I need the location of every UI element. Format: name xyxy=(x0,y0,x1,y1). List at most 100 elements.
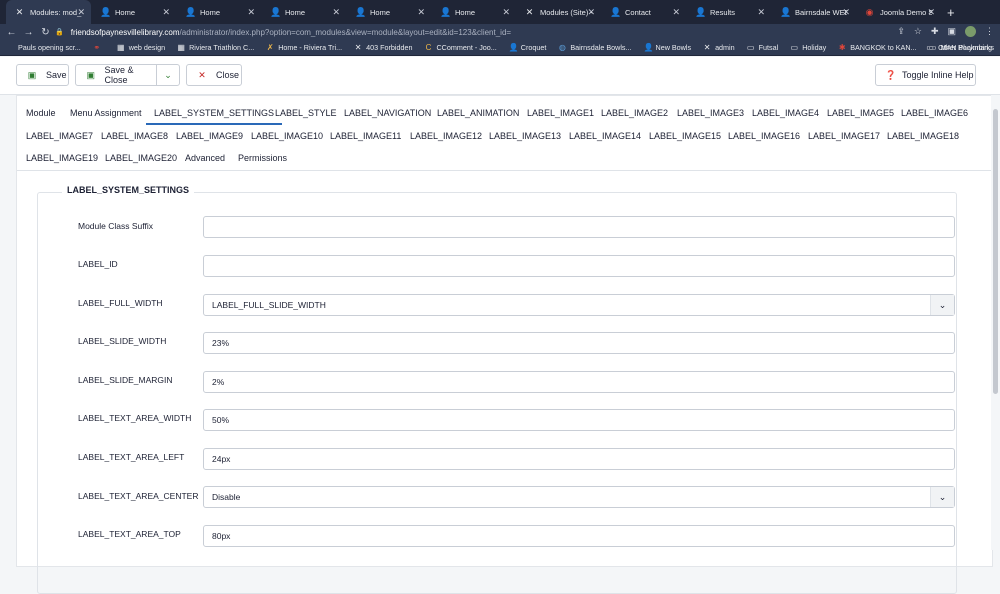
bookmark-item[interactable]: ✗ Home - Riviera Tri... xyxy=(266,43,342,52)
tab-advanced[interactable]: Advanced xyxy=(185,148,225,168)
slide-width-input[interactable]: 23% xyxy=(203,332,955,354)
tab-label-image9[interactable]: LABEL_IMAGE9 xyxy=(176,126,243,146)
tab-label-image6[interactable]: LABEL_IMAGE6 xyxy=(901,103,968,123)
browser-tab[interactable]: 👤 Home ✕ xyxy=(346,0,431,24)
menu-kebab-icon[interactable]: ⋮ xyxy=(985,26,994,37)
tab-label-image18[interactable]: LABEL_IMAGE18 xyxy=(887,126,959,146)
browser-tab[interactable]: 👤 Home ✕ xyxy=(431,0,516,24)
tab-permissions[interactable]: Permissions xyxy=(238,148,287,168)
browser-tab[interactable]: ✕ Modules (Site) - ✕ xyxy=(516,0,601,24)
bookmark-item[interactable]: 👤 New Bowls xyxy=(644,43,692,52)
tab-label-image5[interactable]: LABEL_IMAGE5 xyxy=(827,103,894,123)
share-icon[interactable]: ⇪ xyxy=(897,26,905,37)
bookmark-item[interactable]: ✱ BANGKOK to KAN... xyxy=(838,43,917,52)
bookmark-star-icon[interactable]: ☆ xyxy=(914,26,922,37)
tab-label-image3[interactable]: LABEL_IMAGE3 xyxy=(677,103,744,123)
back-arrow-icon[interactable]: ← xyxy=(3,27,20,38)
new-tab-button[interactable]: + xyxy=(947,5,955,20)
save-close-button[interactable]: ▣ Save & Close xyxy=(75,64,157,86)
close-tab-icon[interactable]: ✕ xyxy=(757,7,765,18)
other-bookmarks[interactable]: ▭ Other Bookmarks xyxy=(926,43,994,52)
lock-icon[interactable]: 🔒 xyxy=(55,28,64,36)
tab-label-image17[interactable]: LABEL_IMAGE17 xyxy=(808,126,880,146)
browser-tab[interactable]: 👤 Contact ✕ xyxy=(601,0,686,24)
toggle-inline-help-button[interactable]: ❓ Toggle Inline Help xyxy=(875,64,976,86)
globe-icon: ◍ xyxy=(558,42,566,52)
browser-tab[interactable]: 👤 Bairnsdale WEB ✕ xyxy=(771,0,856,24)
tab-label-image16[interactable]: LABEL_IMAGE16 xyxy=(728,126,800,146)
close-tab-icon[interactable]: ✕ xyxy=(77,7,85,18)
label-id-input[interactable] xyxy=(203,255,955,277)
forward-arrow-icon[interactable]: → xyxy=(20,27,37,38)
profile-avatar[interactable] xyxy=(965,26,976,37)
reload-icon[interactable]: ↻ xyxy=(37,27,54,38)
tab-label-image2[interactable]: LABEL_IMAGE2 xyxy=(601,103,668,123)
tab-label-image10[interactable]: LABEL_IMAGE10 xyxy=(251,126,323,146)
scrollbar-thumb[interactable] xyxy=(993,109,998,394)
bookmark-item[interactable]: ✕ 403 Forbidden xyxy=(354,43,413,52)
person-favicon-icon: 👤 xyxy=(610,6,622,17)
page-scrollbar[interactable] xyxy=(991,95,1000,550)
save-icon: ▣ xyxy=(27,69,37,80)
person-favicon-icon: 👤 xyxy=(440,6,452,17)
tab-label-image19[interactable]: LABEL_IMAGE19 xyxy=(26,148,98,168)
browser-tab[interactable]: 👤 Home ✕ xyxy=(261,0,346,24)
text-area-top-input[interactable]: 80px xyxy=(203,525,955,547)
bookmark-item[interactable]: ▭ Futsal xyxy=(747,43,778,52)
close-tab-icon[interactable]: ✕ xyxy=(927,7,935,18)
sidepanel-icon[interactable]: ▣ xyxy=(947,26,956,37)
joomla-red-favicon-icon: ◉ xyxy=(865,6,874,17)
browser-tab[interactable]: ✕ Modules: mod_ ✕ xyxy=(6,0,91,24)
tab-label-image13[interactable]: LABEL_IMAGE13 xyxy=(489,126,561,146)
bookmark-item[interactable]: ▦ Riviera Triathlon C... xyxy=(177,43,254,52)
bookmark-item[interactable]: 👤 Croquet xyxy=(509,43,547,52)
slide-margin-input[interactable]: 2% xyxy=(203,371,955,393)
save-dropdown-toggle[interactable]: ⌄ xyxy=(156,64,180,86)
tab-label-image15[interactable]: LABEL_IMAGE15 xyxy=(649,126,721,146)
tab-module[interactable]: Module xyxy=(26,103,56,123)
close-tab-icon[interactable]: ✕ xyxy=(162,7,170,18)
bookmark-item[interactable]: ⚭ xyxy=(93,43,105,52)
tab-label-animation[interactable]: LABEL_ANIMATION xyxy=(437,103,519,123)
close-tab-icon[interactable]: ✕ xyxy=(587,7,595,18)
text-area-center-select[interactable]: Disable ⌄ xyxy=(203,486,955,508)
full-width-select[interactable]: LABEL_FULL_SLIDE_WIDTH ⌄ xyxy=(203,294,955,316)
tab-menu-assignment[interactable]: Menu Assignment xyxy=(70,103,142,123)
tab-label-image14[interactable]: LABEL_IMAGE14 xyxy=(569,126,641,146)
tab-label-image4[interactable]: LABEL_IMAGE4 xyxy=(752,103,819,123)
save-button[interactable]: ▣ Save xyxy=(16,64,69,86)
bookmark-item[interactable]: ▭ Holiday xyxy=(790,43,826,52)
browser-tab[interactable]: ◉ Joomla Demo Sit ✕ xyxy=(856,0,941,24)
close-tab-icon[interactable]: ✕ xyxy=(417,7,425,18)
tab-label-image12[interactable]: LABEL_IMAGE12 xyxy=(410,126,482,146)
bookmark-item[interactable]: ▦ web design xyxy=(117,43,165,52)
module-class-suffix-input[interactable] xyxy=(203,216,955,238)
tab-label-image20[interactable]: LABEL_IMAGE20 xyxy=(105,148,177,168)
close-tab-icon[interactable]: ✕ xyxy=(247,7,255,18)
tab-label-system-settings[interactable]: LABEL_SYSTEM_SETTINGS xyxy=(146,103,283,125)
text-area-width-input[interactable]: 50% xyxy=(203,409,955,431)
module-tabs: Module Menu Assignment LABEL_SYSTEM_SETT… xyxy=(17,96,992,171)
extensions-puzzle-icon[interactable]: ✚ xyxy=(931,26,939,37)
close-tab-icon[interactable]: ✕ xyxy=(672,7,680,18)
tab-label-image7[interactable]: LABEL_IMAGE7 xyxy=(26,126,93,146)
browser-tab[interactable]: 👤 Home ✕ xyxy=(91,0,176,24)
tab-label-image8[interactable]: LABEL_IMAGE8 xyxy=(101,126,168,146)
tab-label-image1[interactable]: LABEL_IMAGE1 xyxy=(527,103,594,123)
fieldset-legend: LABEL_SYSTEM_SETTINGS xyxy=(62,185,195,195)
close-tab-icon[interactable]: ✕ xyxy=(502,7,510,18)
bookmark-item[interactable]: ✕ admin xyxy=(703,43,735,52)
close-button[interactable]: ✕ Close xyxy=(186,64,242,86)
close-tab-icon[interactable]: ✕ xyxy=(332,7,340,18)
close-tab-icon[interactable]: ✕ xyxy=(842,7,850,18)
tab-label-style[interactable]: LABEL_STYLE xyxy=(275,103,337,123)
address-bar[interactable]: 🔒 friendsofpaynesvillelibrary.com/admini… xyxy=(55,25,893,39)
text-area-left-input[interactable]: 24px xyxy=(203,448,955,470)
bookmark-item[interactable]: ◍ Bairnsdale Bowls... xyxy=(558,42,632,52)
browser-tab[interactable]: 👤 Results ✕ xyxy=(686,0,771,24)
browser-tab[interactable]: 👤 Home ✕ xyxy=(176,0,261,24)
tab-label-navigation[interactable]: LABEL_NAVIGATION xyxy=(344,103,431,123)
tab-label-image11[interactable]: LABEL_IMAGE11 xyxy=(330,126,401,146)
bookmark-item[interactable]: Pauls opening scr... xyxy=(6,43,81,52)
bookmark-item[interactable]: C CComment - Joo... xyxy=(424,43,497,52)
